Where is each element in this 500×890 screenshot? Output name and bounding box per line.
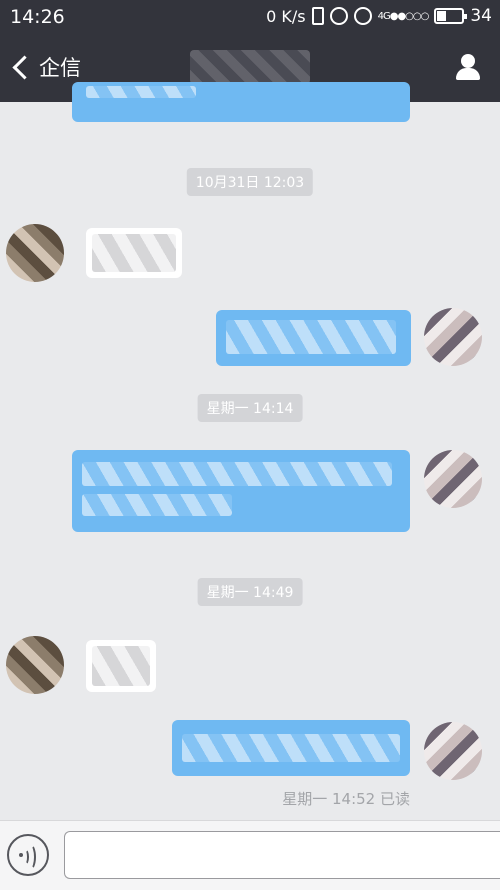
message-bubble-outgoing[interactable]: [72, 82, 410, 122]
back-button[interactable]: 企信: [8, 52, 81, 82]
message-input[interactable]: [64, 831, 500, 879]
notification-icon: [353, 7, 372, 25]
network-type: 4G: [377, 10, 391, 22]
avatar[interactable]: [424, 450, 482, 508]
timestamp-chip: 星期一 14:49: [197, 578, 303, 606]
message-bubble-outgoing[interactable]: [172, 720, 410, 776]
user-icon[interactable]: [454, 54, 482, 82]
battery-fill: [437, 11, 447, 21]
status-right-group: 0 K/s 4G●●○○○ 34: [266, 6, 492, 26]
redacted-text: [82, 494, 232, 516]
redacted-text: [86, 86, 196, 98]
voice-icon[interactable]: [7, 834, 49, 876]
chevron-left-icon: [12, 54, 37, 80]
message-bubble-incoming[interactable]: [86, 228, 182, 278]
redacted-text: [182, 734, 400, 762]
net-speed: 0 K/s: [266, 6, 306, 26]
message-list[interactable]: 10月31日 12:03 星期一 14:14 星期一 14:49 星期一 14:…: [0, 82, 500, 820]
signal-4g: 4G●●○○○: [377, 10, 430, 22]
status-time: 14:26: [10, 6, 65, 28]
read-receipt: 星期一 14:52 已读: [282, 790, 410, 808]
redacted-title: [190, 50, 310, 84]
avatar[interactable]: [424, 722, 482, 780]
battery-icon: [434, 8, 468, 24]
voice-icon-wave-large: [25, 844, 36, 870]
alarm-icon: [329, 7, 348, 25]
status-bar: 14:26 0 K/s 4G●●○○○ 34: [0, 0, 500, 36]
timestamp-chip: 10月31日 12:03: [186, 168, 314, 196]
redacted-text: [82, 462, 392, 486]
chat-title: [190, 50, 310, 84]
user-icon-body: [456, 68, 480, 80]
avatar[interactable]: [6, 636, 64, 694]
avatar[interactable]: [424, 308, 482, 366]
redacted-text: [92, 646, 150, 686]
redacted-text: [226, 320, 396, 354]
message-bubble-outgoing[interactable]: [72, 450, 410, 532]
message-bubble-outgoing[interactable]: [216, 310, 411, 366]
redacted-text: [92, 234, 176, 272]
message-bubble-incoming[interactable]: [86, 640, 156, 692]
vibrate-icon: [311, 7, 324, 25]
timestamp-chip: 星期一 14:14: [197, 394, 303, 422]
user-icon-head: [461, 54, 475, 68]
input-bar: [0, 820, 500, 890]
back-label: 企信: [39, 56, 81, 80]
battery-level: 34: [470, 6, 492, 26]
avatar[interactable]: [6, 224, 64, 282]
